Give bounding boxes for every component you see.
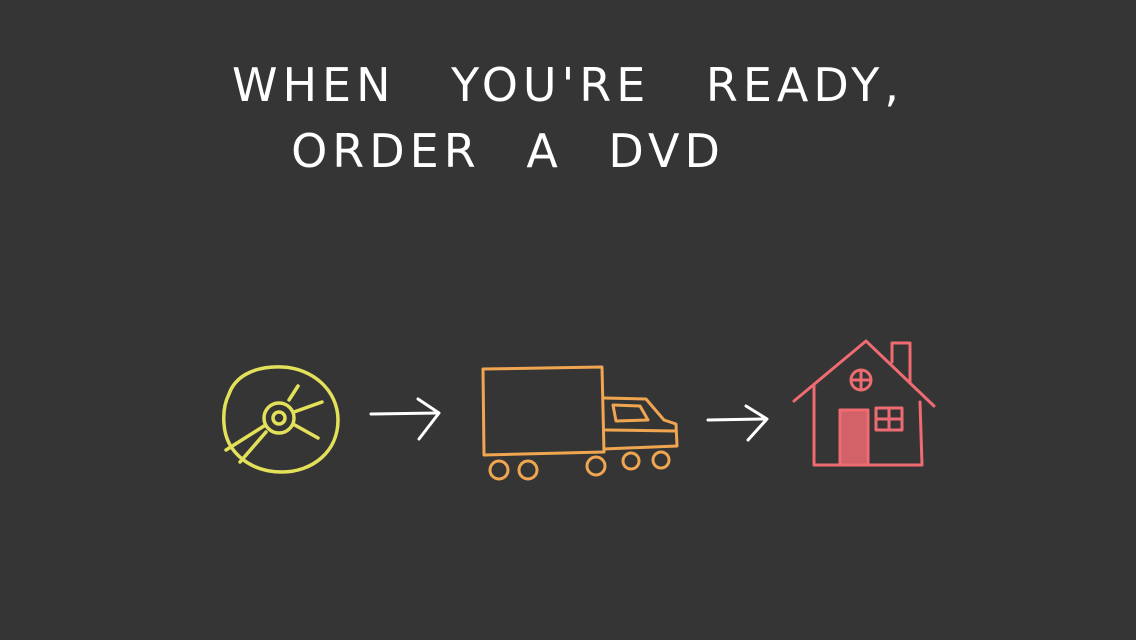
delivery-truck-icon [481,365,679,481]
order-flow-illustration [222,339,936,481]
arrow-icon [369,397,441,441]
dvd-disc-icon [222,365,340,474]
arrow-icon [706,404,769,442]
onboarding-screen: When you're ready, order a DVD [0,0,1136,640]
house-icon [792,339,936,467]
